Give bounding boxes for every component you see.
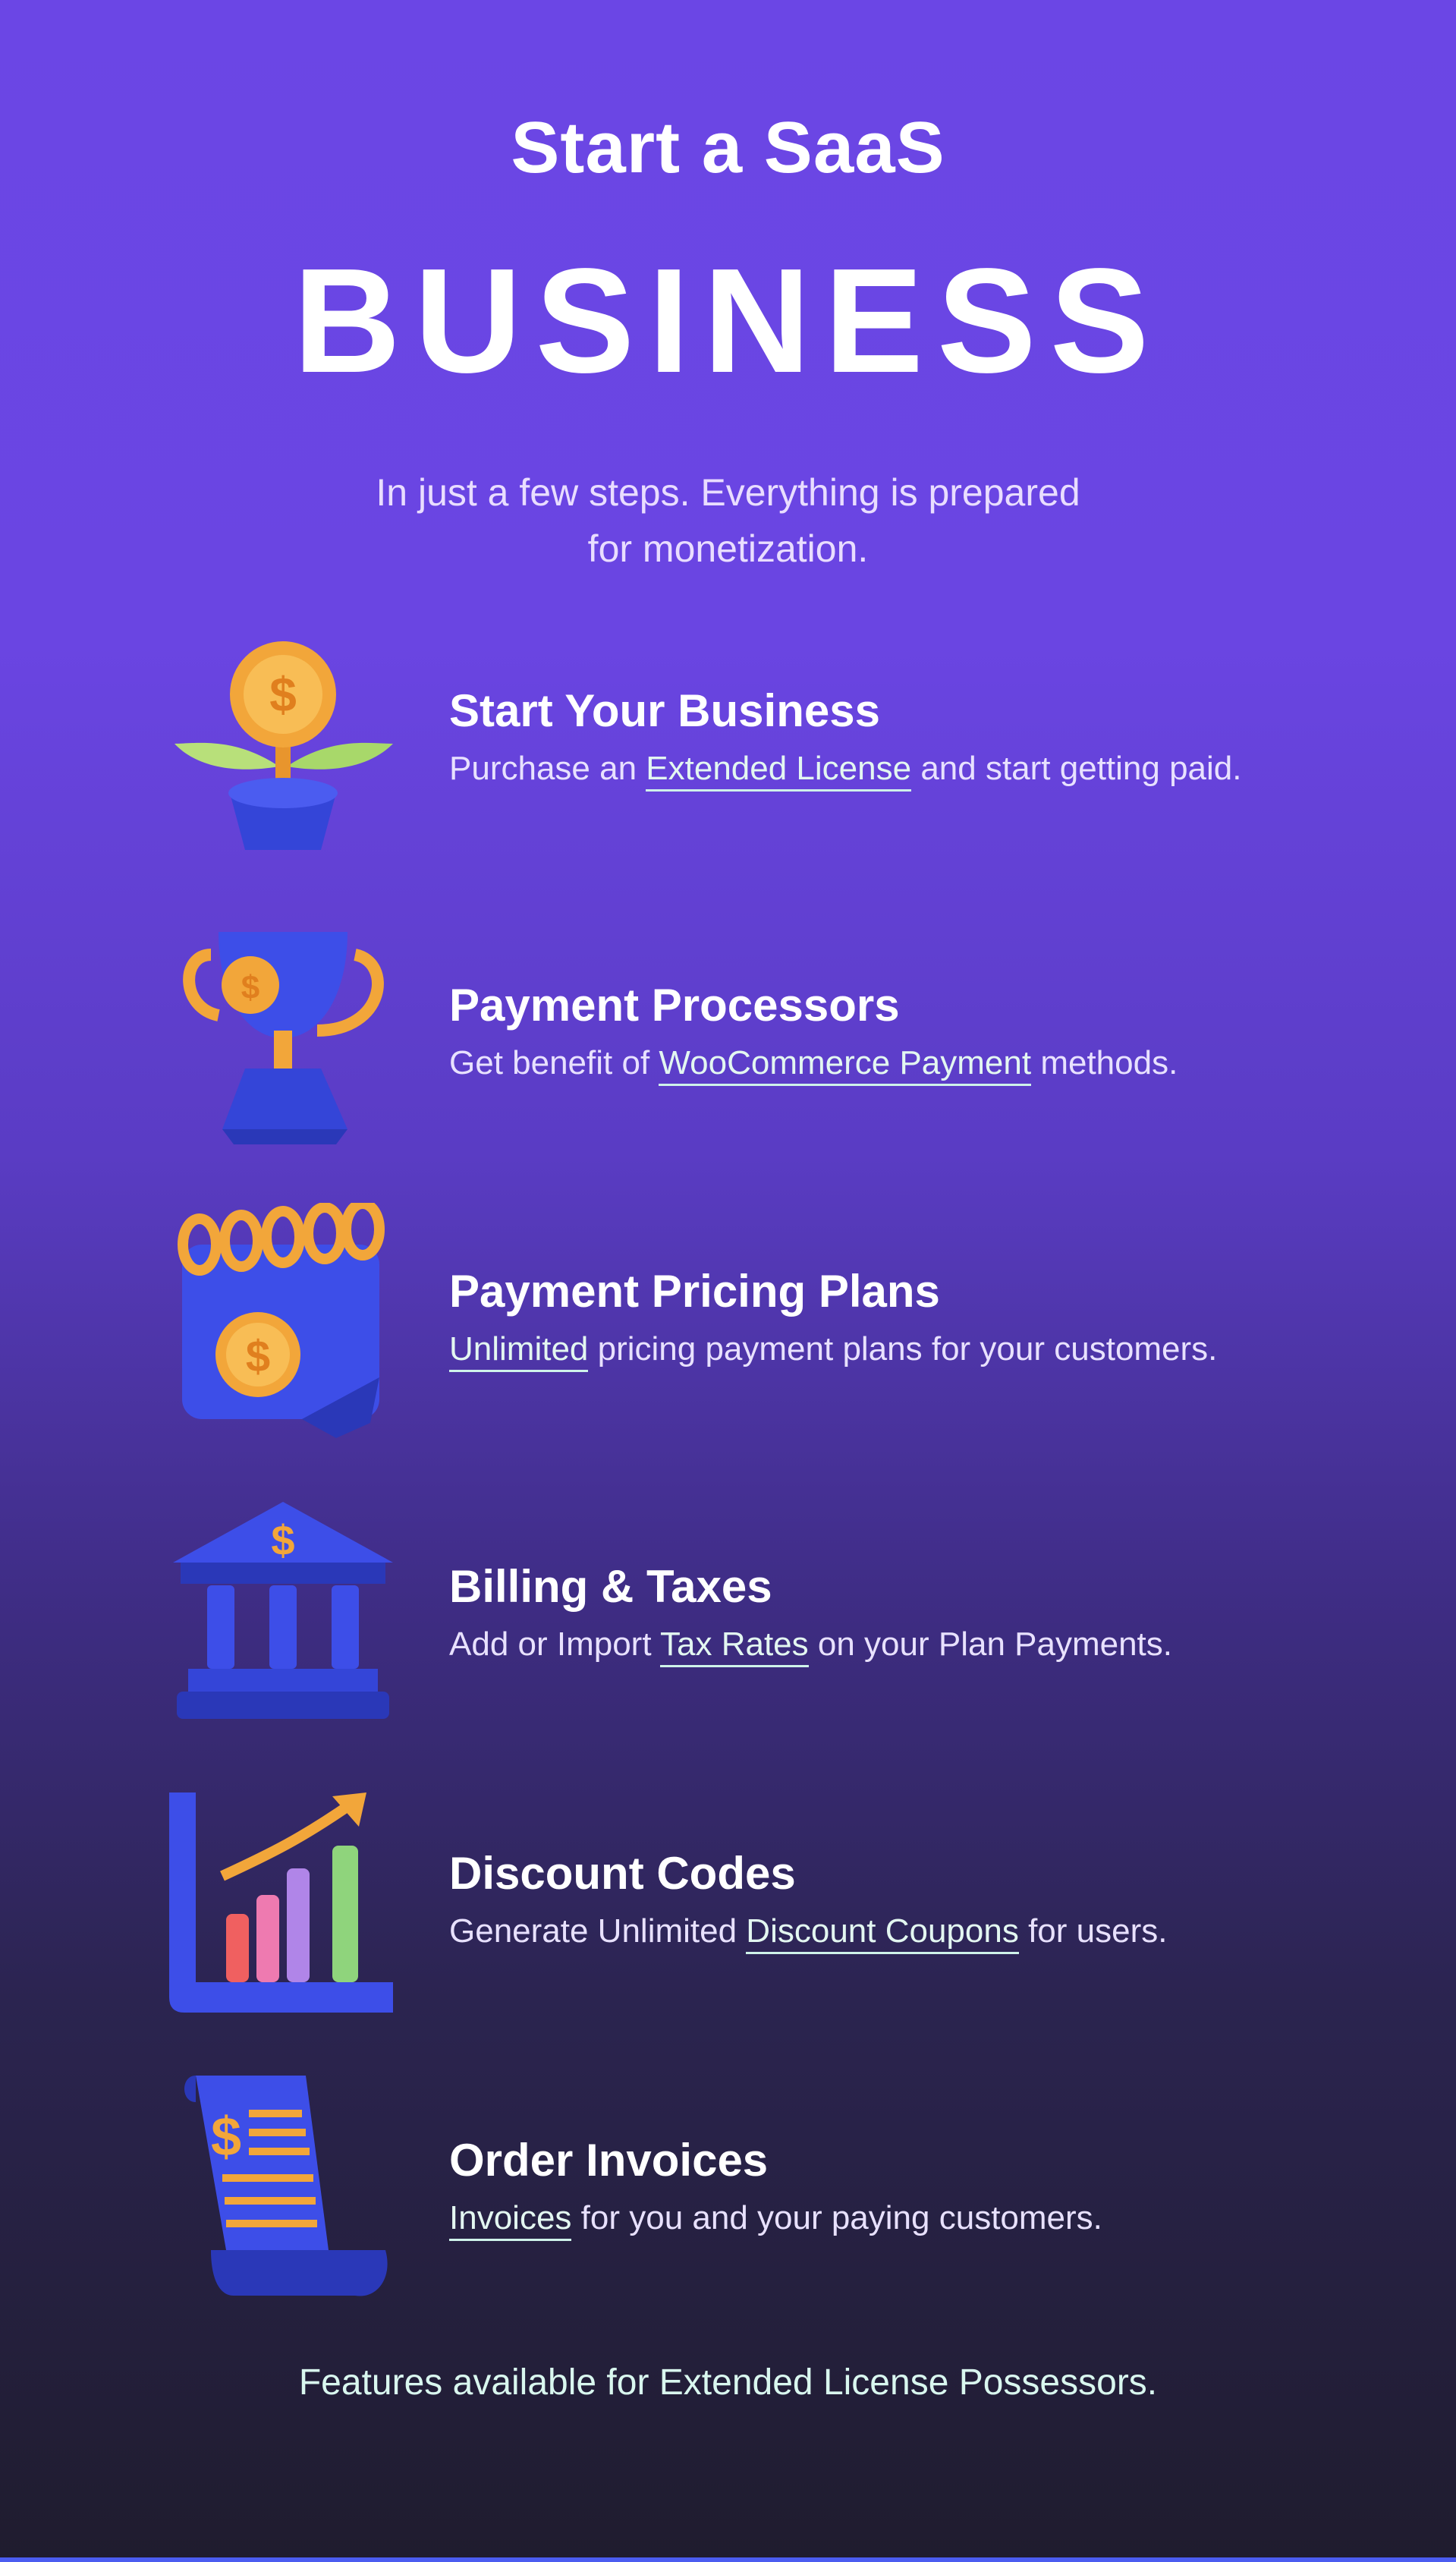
svg-text:$: $ bbox=[246, 1332, 270, 1381]
growth-chart-icon bbox=[169, 1792, 393, 2013]
feature-description: Add or Import Tax Rates on your Plan Pay… bbox=[449, 1626, 1172, 1667]
description-text: Purchase an bbox=[449, 750, 646, 787]
feature-billing-taxes: $ Billing & Taxes Add or Import Tax Rate… bbox=[0, 1498, 1456, 1741]
description-text: methods. bbox=[1031, 1044, 1178, 1081]
feature-description: Purchase an Extended License and start g… bbox=[449, 750, 1242, 792]
bottom-border bbox=[0, 2557, 1456, 2562]
description-text: Get benefit of bbox=[449, 1044, 659, 1081]
svg-text:$: $ bbox=[271, 1516, 294, 1564]
extended-license-link[interactable]: Extended License bbox=[646, 750, 912, 792]
feature-description: Unlimited pricing payment plans for your… bbox=[449, 1330, 1218, 1372]
hero-intro: In just a few steps. Everything is prepa… bbox=[0, 464, 1456, 577]
feature-payment-processors: $ Payment Processors Get benefit of WooC… bbox=[0, 917, 1456, 1160]
feature-pricing-plans: $ Payment Pricing Plans Unlimited pricin… bbox=[0, 1203, 1456, 1446]
description-text: for you and your paying customers. bbox=[571, 2199, 1102, 2236]
description-text: Add or Import bbox=[449, 1626, 660, 1663]
feature-title: Payment Pricing Plans bbox=[449, 1266, 940, 1317]
description-text: on your Plan Payments. bbox=[808, 1626, 1172, 1663]
feature-start-business: $ Start Your Business Purchase an Extend… bbox=[0, 622, 1456, 865]
hero-headline: BUSINESS bbox=[293, 238, 1163, 404]
bank-icon: $ bbox=[173, 1502, 393, 1719]
hero-intro-line-2: for monetization. bbox=[587, 527, 869, 570]
svg-text:$: $ bbox=[211, 2107, 241, 2167]
feature-order-invoices: $ Order Invoices Invoices for you and yo… bbox=[0, 2072, 1456, 2315]
feature-discount-codes: Discount Codes Generate Unlimited Discou… bbox=[0, 1785, 1456, 2028]
discount-coupons-link[interactable]: Discount Coupons bbox=[746, 1912, 1019, 1954]
hero-kicker: Start a SaaS bbox=[511, 107, 945, 188]
svg-text:$: $ bbox=[269, 667, 297, 722]
money-plant-icon: $ bbox=[175, 641, 393, 850]
unlimited-link[interactable]: Unlimited bbox=[449, 1330, 589, 1372]
tax-rates-link[interactable]: Tax Rates bbox=[660, 1626, 809, 1667]
description-text: pricing payment plans for your customers… bbox=[588, 1330, 1218, 1368]
invoice-scroll-icon: $ bbox=[184, 2076, 388, 2296]
description-text: Generate Unlimited bbox=[449, 1912, 747, 1950]
description-text: for users. bbox=[1018, 1912, 1168, 1950]
description-text: and start getting paid. bbox=[911, 750, 1242, 787]
feature-title: Payment Processors bbox=[449, 980, 900, 1031]
feature-title: Start Your Business bbox=[449, 685, 880, 736]
invoices-link[interactable]: Invoices bbox=[449, 2199, 572, 2241]
hero-intro-line-1: In just a few steps. Everything is prepa… bbox=[376, 471, 1080, 514]
feature-description: Invoices for you and your paying custome… bbox=[449, 2199, 1102, 2241]
footer-note: Features available for Extended License … bbox=[298, 2362, 1158, 2403]
trophy-coin-icon: $ bbox=[183, 932, 384, 1144]
svg-text:$: $ bbox=[241, 969, 259, 1006]
calendar-coin-icon: $ bbox=[178, 1203, 385, 1438]
feature-description: Get benefit of WooCommerce Payment metho… bbox=[449, 1044, 1178, 1086]
feature-title: Discount Codes bbox=[449, 1848, 796, 1899]
feature-title: Order Invoices bbox=[449, 2135, 769, 2186]
feature-description: Generate Unlimited Discount Coupons for … bbox=[449, 1912, 1168, 1954]
feature-title: Billing & Taxes bbox=[449, 1561, 772, 1612]
woocommerce-payment-link[interactable]: WooCommerce Payment bbox=[659, 1044, 1032, 1086]
